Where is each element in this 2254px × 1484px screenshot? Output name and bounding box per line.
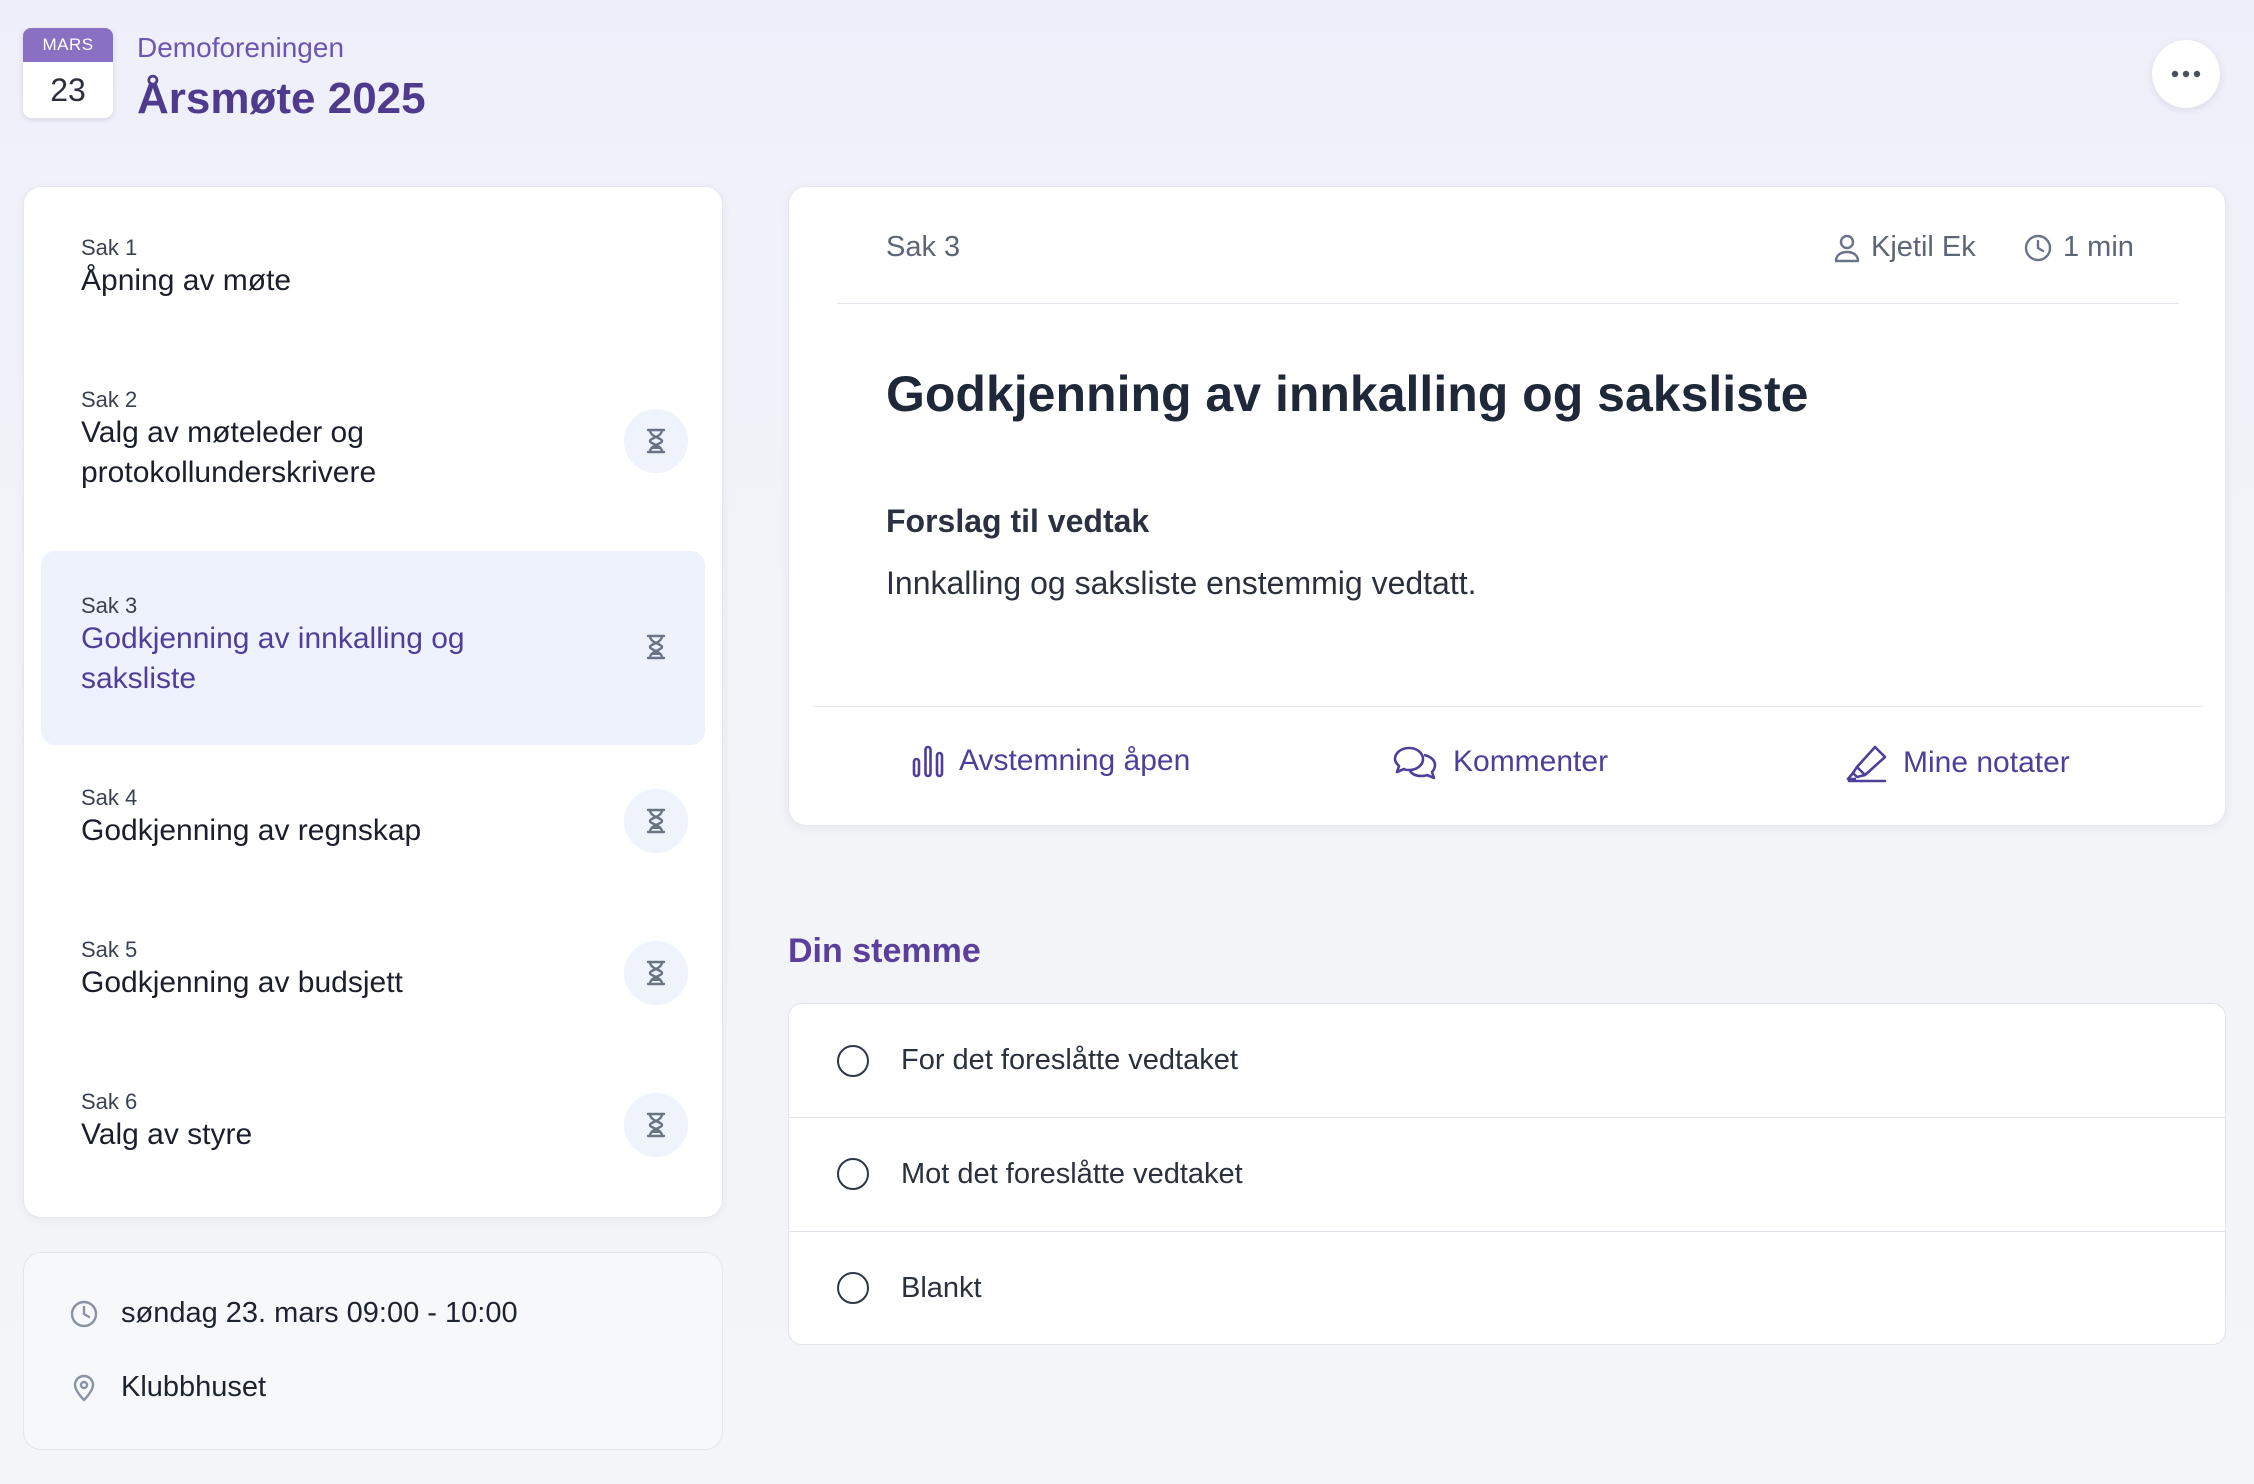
vote-open-button[interactable]: Avstemning åpen	[911, 743, 1190, 779]
more-options-button[interactable]	[2152, 40, 2220, 108]
agenda-list: Sak 1 Åpning av møte Sak 2 Valg av møtel…	[23, 186, 723, 1218]
agenda-item-number: Sak 5	[81, 937, 138, 962]
organization-name: Demoforeningen	[137, 32, 345, 63]
vote-heading: Din stemme	[788, 932, 981, 970]
agenda-item-title: Godkjenning av innkalling og saksliste	[81, 622, 465, 695]
agenda-detail-card: Sak 3 Kjetil Ek 1 min Godkjenning av inn…	[788, 186, 2226, 826]
vote-options: For det foreslåtte vedtaket Mot det fore…	[788, 1003, 2226, 1345]
radio-button[interactable]	[837, 1158, 869, 1190]
vote-option-for[interactable]: For det foreslåtte vedtaket	[789, 1004, 2225, 1117]
presenter: Kjetil Ek	[1833, 231, 1976, 264]
agenda-item-title: Godkjenning av budsjett	[81, 966, 403, 999]
agenda-item-sak-2[interactable]: Sak 2 Valg av møteleder og protokollunde…	[41, 369, 705, 521]
user-icon	[1834, 234, 1860, 262]
agenda-item-number: Sak 3	[81, 593, 138, 618]
presenter-name: Kjetil Ek	[1871, 231, 1976, 263]
meeting-info-box: søndag 23. mars 09:00 - 10:00 Klubbhuset	[23, 1252, 723, 1450]
clock-icon	[2024, 234, 2052, 261]
agenda-item-sak-6[interactable]: Sak 6 Valg av styre	[41, 1059, 705, 1199]
vote-option-label: Blankt	[901, 1271, 982, 1304]
vote-open-label: Avstemning åpen	[959, 744, 1191, 777]
vote-option-against[interactable]: Mot det foreslåtte vedtaket	[789, 1117, 2225, 1230]
hourglass-icon	[624, 409, 688, 473]
proposal-text: Innkalling og saksliste enstemmig vedtat…	[886, 565, 1477, 601]
comment-button[interactable]: Kommenter	[1391, 743, 1608, 781]
agenda-item-number: Sak 1	[81, 235, 138, 260]
proposal-label: Forslag til vedtak	[886, 503, 1150, 539]
hourglass-icon	[624, 615, 688, 679]
ellipsis-icon	[2171, 70, 2201, 78]
vote-option-label: For det foreslåtte vedtaket	[901, 1044, 1238, 1076]
hourglass-icon	[624, 789, 688, 853]
agenda-item-number: Sak 4	[81, 785, 138, 810]
my-notes-label: Mine notater	[1903, 746, 2070, 779]
clock-icon	[70, 1300, 98, 1327]
hourglass-icon	[624, 941, 688, 1005]
page-title: Årsmøte 2025	[137, 74, 426, 123]
chat-bubbles-icon	[1393, 746, 1437, 780]
agenda-item-sak-4[interactable]: Sak 4 Godkjenning av regnskap	[41, 755, 705, 895]
my-notes-button[interactable]: Mine notater	[1845, 743, 2070, 783]
agenda-item-title: Valg av styre	[81, 1118, 253, 1151]
meeting-location-row: Klubbhuset	[69, 1371, 266, 1404]
meeting-location: Klubbhuset	[121, 1371, 267, 1403]
meeting-datetime: søndag 23. mars 09:00 - 10:00	[121, 1297, 518, 1329]
meeting-datetime-row: søndag 23. mars 09:00 - 10:00	[69, 1297, 518, 1330]
vote-option-label: Mot det foreslåtte vedtaket	[901, 1157, 1243, 1190]
agenda-item-title: Valg av møteleder og protokollunderskriv…	[81, 416, 377, 489]
agenda-item-title: Godkjenning av regnskap	[81, 814, 422, 847]
divider	[837, 303, 2179, 304]
agenda-item-heading: Godkjenning av innkalling og saksliste	[886, 366, 1809, 422]
calendar-month: MARS	[23, 28, 113, 62]
comment-label: Kommenter	[1453, 745, 1609, 778]
card-sak-label: Sak 3	[886, 231, 961, 263]
agenda-item-sak-5[interactable]: Sak 5 Godkjenning av budsjett	[41, 907, 705, 1047]
vote-option-blank[interactable]: Blankt	[789, 1231, 2225, 1344]
duration-value: 1 min	[2063, 231, 2134, 263]
bar-chart-icon	[912, 745, 944, 778]
radio-button[interactable]	[837, 1272, 869, 1304]
map-pin-icon	[73, 1374, 95, 1401]
agenda-item-sak-1[interactable]: Sak 1 Åpning av møte	[41, 217, 705, 337]
radio-button[interactable]	[837, 1044, 869, 1077]
highlighter-pen-icon	[1846, 745, 1887, 783]
agenda-item-number: Sak 6	[81, 1089, 138, 1114]
agenda-item-sak-3[interactable]: Sak 3 Godkjenning av innkalling og saksl…	[41, 551, 705, 745]
divider	[813, 706, 2203, 707]
calendar-badge: MARS 23	[23, 28, 113, 118]
calendar-day: 23	[50, 71, 86, 108]
duration: 1 min	[2023, 231, 2134, 264]
agenda-item-number: Sak 2	[81, 387, 138, 412]
agenda-item-title: Åpning av møte	[81, 264, 292, 297]
hourglass-icon	[624, 1093, 688, 1157]
